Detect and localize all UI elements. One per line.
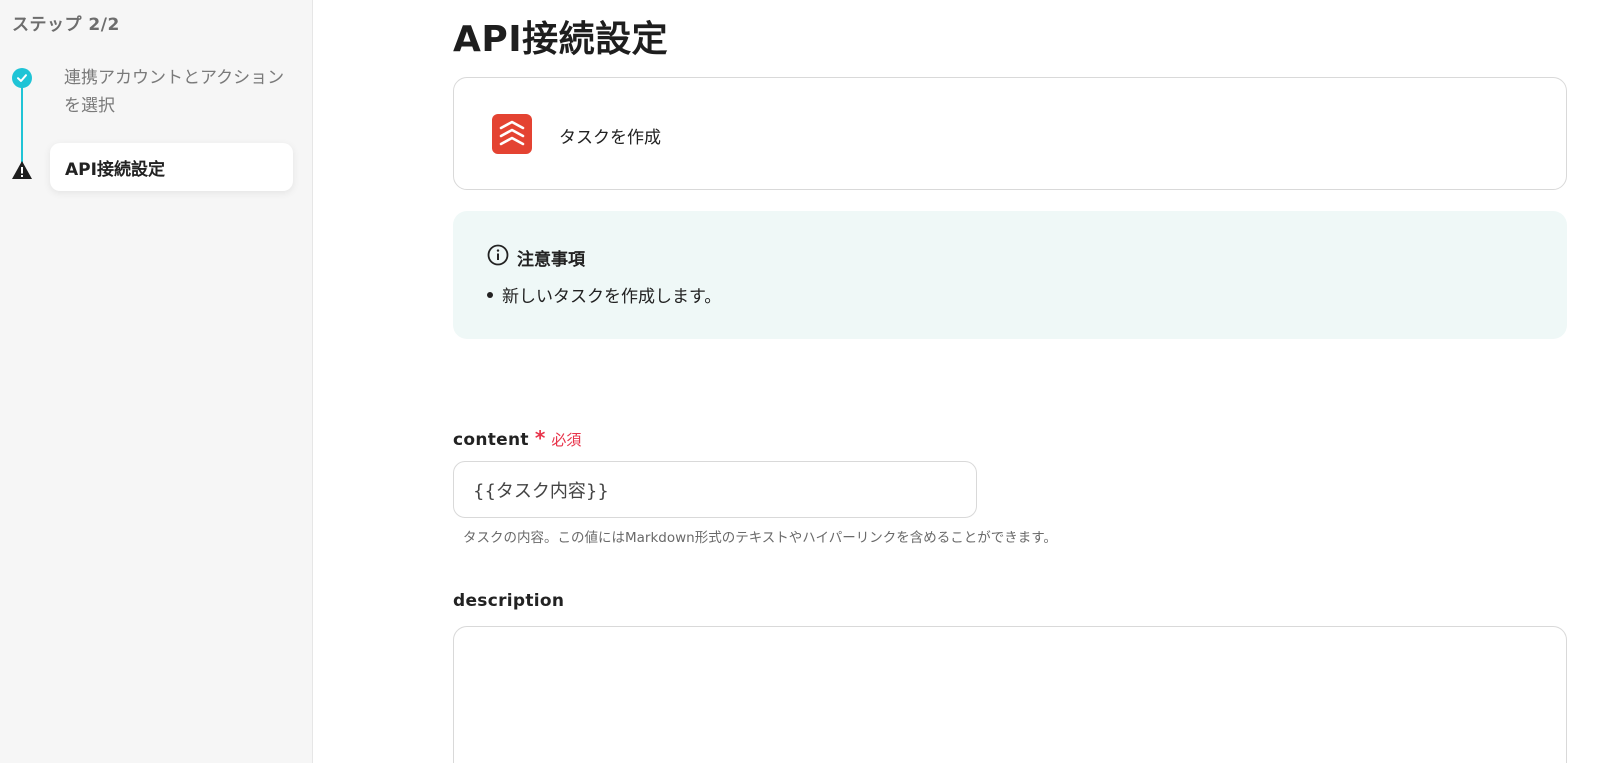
notice-text: 新しいタスクを作成します。 xyxy=(502,287,722,307)
bullet-icon xyxy=(487,291,493,298)
notice-box: 注意事項 新しいタスクを作成します。 xyxy=(453,211,1567,339)
field-name: content xyxy=(453,430,529,450)
warning-icon xyxy=(11,160,33,180)
check-icon xyxy=(12,68,32,88)
description-field-label: description xyxy=(453,591,564,611)
step-counter: ステップ 2/2 xyxy=(12,15,120,35)
required-badge: 必須 xyxy=(551,431,582,449)
sidebar-step-api-settings[interactable]: API接続設定 xyxy=(50,143,293,191)
page-title: API接続設定 xyxy=(453,19,669,60)
field-name: description xyxy=(453,591,565,611)
content-hint: タスクの内容。この値にはMarkdown形式のテキストやハイパーリンクを含めるこ… xyxy=(463,530,1057,546)
sidebar: ステップ 2/2 連携アカウントとアクションを選択 API接続設定 xyxy=(0,0,313,763)
sidebar-step-label: API接続設定 xyxy=(65,159,165,180)
description-textarea[interactable] xyxy=(453,626,1567,763)
main-content: API接続設定 タスクを作成 注意事項 新しいタスクを作成します。 conten… xyxy=(313,0,1600,763)
info-icon xyxy=(487,244,509,270)
action-card: タスクを作成 xyxy=(453,77,1567,190)
action-label: タスクを作成 xyxy=(559,128,661,148)
notice-title: 注意事項 xyxy=(517,249,585,270)
content-input[interactable] xyxy=(453,461,977,518)
notice-header: 注意事項 xyxy=(487,244,585,270)
list-item: 新しいタスクを作成します。 xyxy=(487,282,721,307)
required-mark: * xyxy=(534,426,546,450)
todoist-icon xyxy=(492,114,532,154)
app-root: ステップ 2/2 連携アカウントとアクションを選択 API接続設定 API接続設… xyxy=(0,0,1600,763)
content-field-label: content * 必須 xyxy=(453,426,581,450)
sidebar-step-select-account[interactable]: 連携アカウントとアクションを選択 xyxy=(64,64,286,120)
step-connector-line xyxy=(21,86,23,168)
